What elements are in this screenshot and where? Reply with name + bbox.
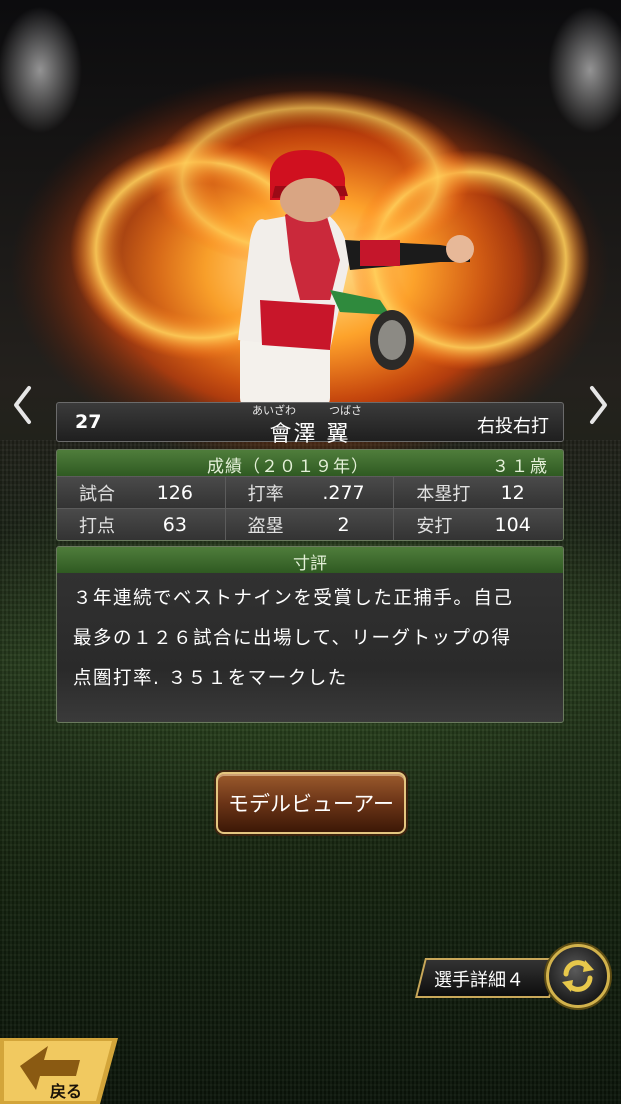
player-detail-label: 選手詳細４	[434, 970, 524, 991]
stat-value: 2	[337, 513, 350, 536]
review-line: 点圏打率. ３５１をマークした	[73, 668, 348, 689]
chevron-left-icon	[14, 386, 31, 424]
stats-panel: 成績（２０１９年） ３１歳 試合 126 打率 .277 本塁打 12 打点 6…	[56, 449, 564, 541]
player-artwork	[10, 70, 610, 460]
review-line: 最多の１２６試合に出場して、リーグトップの得	[73, 628, 512, 649]
review-panel: 寸評 ３年連続でベストナインを受賞した正捕手。自己 最多の１２６試合に出場して、…	[56, 546, 564, 723]
model-viewer-button[interactable]: モデルビューアー	[216, 772, 406, 834]
back-label: 戻る	[50, 1082, 83, 1101]
stat-cell: 安打 104	[394, 509, 563, 540]
player-age: ３１歳	[492, 457, 549, 477]
review-text: ３年連続でベストナインを受賞した正捕手。自己 最多の１２６試合に出場して、リーグ…	[57, 573, 563, 699]
stat-label: 安打	[416, 515, 453, 537]
stat-value: 63	[162, 513, 187, 536]
stat-cell: 打率 .277	[225, 477, 395, 508]
back-button[interactable]: 戻る	[0, 1038, 118, 1104]
stat-value: 12	[500, 481, 525, 504]
swap-arrows-icon	[562, 960, 594, 992]
stats-row: 試合 126 打率 .277 本塁打 12	[57, 476, 563, 508]
stat-label: 盗塁	[247, 515, 284, 537]
stat-label: 打率	[247, 483, 284, 505]
stat-cell: 盗塁 2	[225, 509, 395, 540]
next-player-button[interactable]	[585, 384, 613, 426]
swap-player-button[interactable]	[546, 944, 610, 1008]
throw-bat-handedness: 右投右打	[477, 416, 549, 437]
stat-value: 126	[156, 481, 193, 504]
player-detail-button[interactable]: 選手詳細４	[415, 958, 560, 998]
stat-cell: 打点 63	[57, 509, 226, 540]
stats-row: 打点 63 盗塁 2 安打 104	[57, 508, 563, 540]
stat-cell: 試合 126	[57, 477, 226, 508]
stats-title: 成績（２０１９年）	[207, 457, 369, 477]
stat-value: 104	[494, 513, 531, 536]
previous-player-button[interactable]	[8, 384, 36, 426]
stat-label: 打点	[79, 515, 115, 537]
chevron-right-icon	[590, 386, 607, 424]
stat-label: 試合	[79, 483, 115, 505]
review-title: 寸評	[57, 547, 563, 574]
stats-header: 成績（２０１９年） ３１歳	[57, 450, 563, 477]
stat-value: .277	[322, 481, 365, 504]
stat-label: 本塁打	[416, 483, 471, 505]
review-line: ３年連続でベストナインを受賞した正捕手。自己	[73, 588, 514, 609]
player-header: 27 あいざわ つばさ 會澤 翼 右投右打	[56, 402, 564, 447]
stat-cell: 本塁打 12	[394, 477, 563, 508]
